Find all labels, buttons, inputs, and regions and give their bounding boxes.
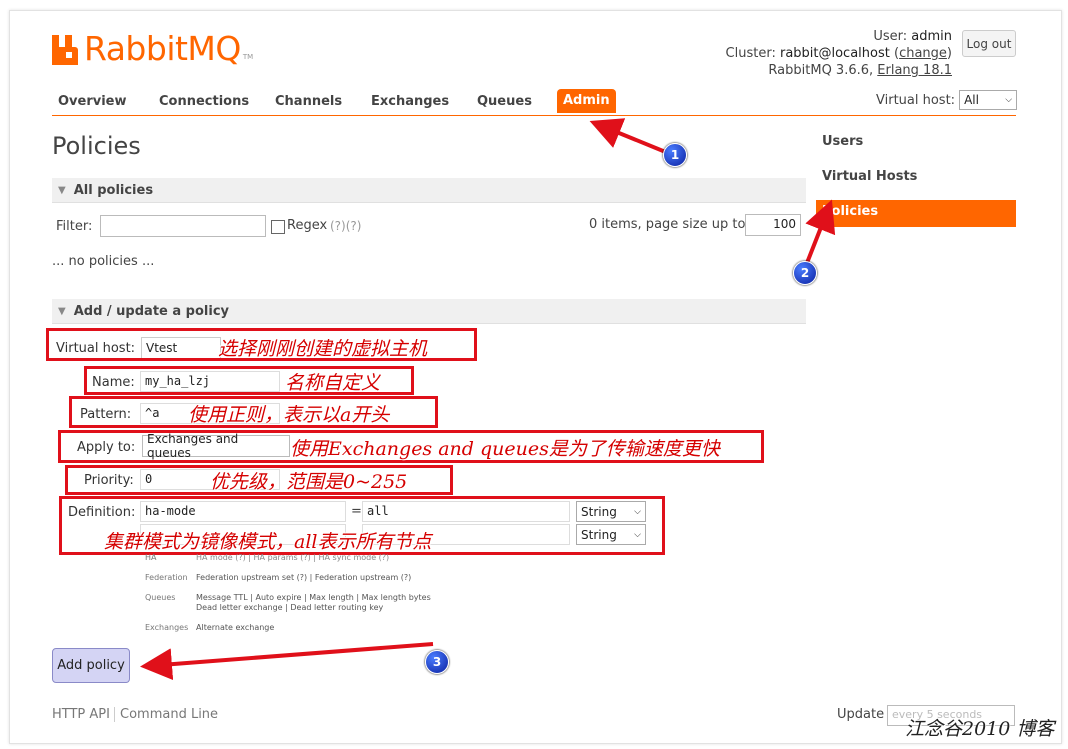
- help-queues-values-1[interactable]: Message TTL | Auto expire | Max length |…: [196, 593, 431, 603]
- http-api-link[interactable]: HTTP API: [52, 707, 110, 722]
- marker-1: 1: [663, 143, 687, 167]
- tab-connections[interactable]: Connections: [153, 90, 255, 113]
- change-link[interactable]: change: [899, 46, 947, 61]
- cluster-label: Cluster:: [725, 46, 776, 61]
- command-line-link[interactable]: Command Line: [114, 707, 218, 722]
- annotation-definition: 集群模式为镜像模式，all表示所有节点: [104, 531, 432, 553]
- help-ha-values[interactable]: HA mode (?) | HA params (?) | HA sync mo…: [196, 553, 389, 563]
- logout-button[interactable]: Log out: [962, 30, 1016, 57]
- add-policy-title: Add / update a policy: [73, 303, 229, 319]
- cluster-name: rabbit@localhost: [779, 46, 890, 61]
- no-policies-text: ... no policies ...: [52, 254, 155, 269]
- collapse-triangle-icon: ▼: [58, 305, 66, 317]
- version-text: RabbitMQ 3.6.6,: [768, 63, 874, 78]
- all-policies-header[interactable]: ▼ All policies: [52, 178, 806, 203]
- help-exchanges-values[interactable]: Alternate exchange: [196, 623, 274, 633]
- chevron-down-icon: ⌵: [1005, 95, 1013, 105]
- update-label: Update: [837, 707, 885, 722]
- add-policy-header[interactable]: ▼ Add / update a policy: [52, 299, 806, 324]
- logo-tm: TM: [242, 53, 254, 61]
- annotation-name: 名称自定义: [285, 372, 381, 394]
- page-title: Policies: [52, 132, 141, 160]
- sidebar-item-users[interactable]: Users: [816, 130, 1016, 157]
- rabbit-logo-icon: [52, 31, 82, 65]
- user-label: User:: [873, 29, 908, 44]
- annotation-vhost: 选择刚刚创建的虚拟主机: [218, 338, 428, 360]
- annotation-priority: 优先级，范围是0~255: [210, 471, 408, 493]
- help-queues-key: Queues: [145, 593, 176, 602]
- filter-input[interactable]: [100, 215, 266, 237]
- marker-2: 2: [793, 261, 817, 285]
- items-count-text: 0 items, page size up to: [589, 217, 746, 232]
- regex-checkbox[interactable]: [271, 220, 285, 234]
- logo-text: RabbitMQ: [84, 28, 241, 68]
- tab-exchanges[interactable]: Exchanges: [365, 90, 455, 113]
- erlang-version: Erlang 18.1: [877, 63, 952, 78]
- tab-queues[interactable]: Queues: [471, 90, 538, 113]
- main-nav: Overview Connections Channels Exchanges …: [52, 89, 1016, 116]
- virtual-host-filter: Virtual host: All ⌵: [876, 90, 1018, 110]
- username: admin: [911, 29, 952, 44]
- help-exchanges-key: Exchanges: [145, 623, 189, 632]
- virtual-host-select[interactable]: All ⌵: [959, 90, 1018, 110]
- sidebar-item-policies[interactable]: Policies: [816, 200, 1016, 227]
- filter-label: Filter:: [56, 219, 93, 234]
- regex-help[interactable]: (?)(?): [330, 219, 361, 233]
- tab-admin[interactable]: Admin: [557, 89, 616, 113]
- help-federation-key: Federation: [145, 573, 188, 582]
- virtual-host-label: Virtual host:: [876, 92, 956, 108]
- all-policies-title: All policies: [73, 182, 154, 198]
- login-info: User: admin Cluster: rabbit@localhost (c…: [725, 29, 952, 78]
- sidebar-item-virtual-hosts[interactable]: Virtual Hosts: [816, 165, 1016, 192]
- marker-3: 3: [425, 650, 449, 674]
- page-size-input[interactable]: 100: [745, 214, 801, 236]
- help-queues-values-2[interactable]: Dead letter exchange | Dead letter routi…: [196, 603, 383, 613]
- admin-sidebar: Users Virtual Hosts Policies: [816, 130, 1016, 235]
- add-policy-button[interactable]: Add policy: [52, 648, 130, 683]
- tab-overview[interactable]: Overview: [52, 90, 133, 113]
- help-ha-key: HA: [145, 553, 157, 562]
- regex-label: Regex: [287, 218, 328, 233]
- collapse-triangle-icon: ▼: [58, 184, 66, 196]
- help-federation-values[interactable]: Federation upstream set (?) | Federation…: [196, 573, 411, 583]
- annotation-apply: 使用Exchanges and queues是为了传输速度更快: [290, 438, 720, 460]
- annotation-pattern: 使用正则，表示以a开头: [188, 404, 390, 426]
- virtual-host-value: All: [964, 93, 979, 107]
- rabbitmq-logo: RabbitMQ TM: [52, 28, 254, 68]
- tab-channels[interactable]: Channels: [269, 90, 348, 113]
- watermark: 江念谷2010 博客: [905, 718, 1055, 740]
